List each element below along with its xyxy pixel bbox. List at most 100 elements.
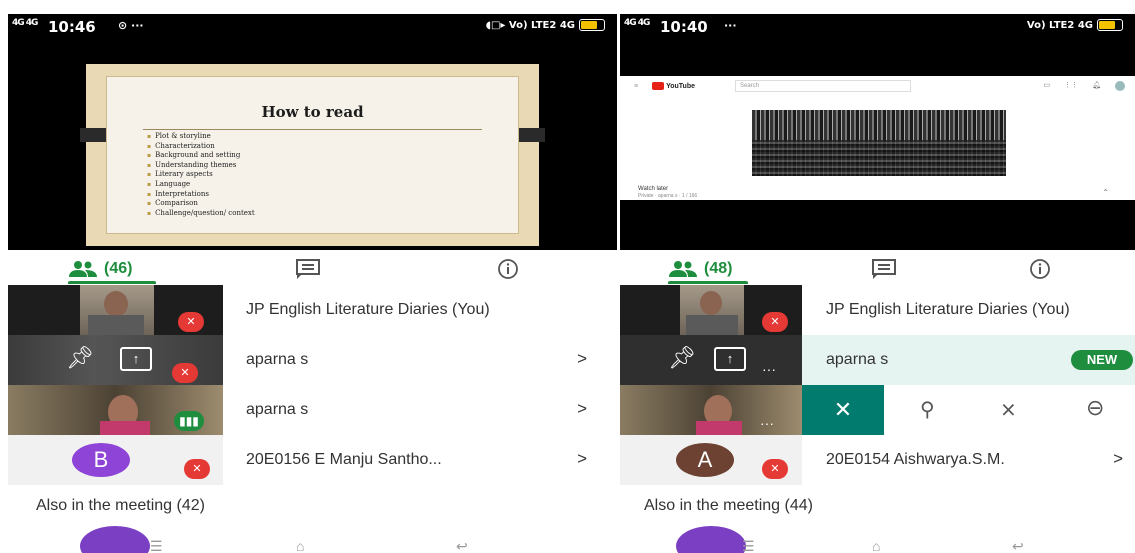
meet-tabs: (48) [620,252,1135,285]
more-icon[interactable]: ··· [762,361,776,377]
chat-icon [296,259,320,279]
menu-icon[interactable]: ☰ [742,539,755,553]
participant-video: ✕ [620,285,802,335]
video-shirt [696,421,742,435]
status-right: ◖□▸ Vo) LTE2 4G [486,19,605,31]
signal-indicator: 4G 4G [624,18,650,28]
back-icon[interactable]: ↩ [456,539,468,553]
status-extras: ⊙ ··· [118,19,144,32]
participant-name: 20E0154 Aishwarya.S.M. [826,451,1005,468]
video-stage: 4G 4G 10:40 ··· Vo) LTE2 4G ≡ YouTube Se… [620,14,1135,250]
mic-off-icon[interactable]: ⨯ [1000,397,1017,422]
also-in-meeting-header: Also in the meeting (42) [36,497,205,514]
status-time: 10:46 [48,18,96,36]
slide-rule [143,129,482,130]
people-icon [668,261,698,277]
youtube-video [752,110,1006,176]
slide-bullet: Literary aspects [147,170,255,180]
tab-people[interactable]: (46) [68,256,132,282]
participant-row[interactable]: 📌︎ ↑ ✕ aparna s > [0,335,617,385]
info-icon [1030,259,1050,279]
bell-icon: 🔔︎ [1092,82,1101,89]
participant-row[interactable]: A ✕ 20E0154 Aishwarya.S.M. > [620,435,1135,485]
remove-icon[interactable]: ⊖ [1086,395,1104,421]
participant-row[interactable]: ✕ JP English Literature Diaries (You) [0,285,617,335]
new-badge: NEW [1071,350,1133,370]
video-shirt [88,315,144,335]
chevron-right-icon[interactable]: > [577,449,587,469]
chevron-right-icon[interactable]: > [577,349,587,369]
menu-icon: ≡ [634,82,639,90]
status-time: 10:40 [660,18,708,36]
slide-bullet: Characterization [147,142,255,152]
slide-bullets: Plot & storyline Characterization Backgr… [147,132,255,218]
watch-later-meta: Private · aparna s · 1 / 166 [638,193,698,199]
participant-actions-row: ··· ✕ ⚲ ⨯ ⊖ [620,385,1135,435]
status-bar: 4G 4G 10:46 ⊙ ··· ◖□▸ Vo) LTE2 4G [8,14,617,38]
play-icon [652,82,665,90]
video-face [700,291,722,315]
slide-bullet: Language [147,180,255,190]
slide-title: How to read [261,103,364,121]
participant-video: 📌︎ ↑ ··· [620,335,802,385]
present-icon[interactable]: ↑ [120,347,152,371]
people-count: (48) [704,260,733,277]
participant-video: ✕ [8,285,223,335]
apps-icon: ⋮⋮ [1064,82,1079,89]
close-button[interactable]: ✕ [802,385,884,435]
present-icon[interactable]: ↑ [714,347,746,371]
mic-off-icon: ✕ [184,459,210,479]
video-shirt [686,315,738,335]
battery-icon [1097,19,1123,31]
more-icon[interactable]: ··· [760,415,774,431]
home-icon[interactable]: ⌂ [296,539,304,553]
pin-icon[interactable]: 📌︎ [66,345,94,371]
video-face [104,291,128,317]
menu-icon[interactable]: ☰ [150,539,163,553]
chat-icon [872,259,896,279]
youtube-logo: YouTube [652,82,695,90]
slide-bullet: Interpretations [147,190,255,200]
network-indicator: Vo) LTE2 4G [1026,19,1093,31]
mic-off-icon: ✕ [762,312,788,332]
info-icon [498,259,518,279]
network-indicator: ◖□▸ Vo) LTE2 4G [485,19,575,31]
pin-icon[interactable]: 📌︎ [668,345,696,371]
participant-avatar-tile: A ✕ [620,435,802,485]
tab-info[interactable] [1028,256,1052,282]
participant-name: aparna s [246,351,309,368]
chevron-right-icon[interactable]: > [577,399,587,419]
status-right: Vo) LTE2 4G [1027,19,1123,31]
participant-row[interactable]: ✕ JP English Literature Diaries (You) [620,285,1135,335]
tab-chat[interactable] [296,256,320,282]
pin-icon[interactable]: ⚲ [920,397,935,422]
tab-chat[interactable] [872,256,896,282]
home-icon[interactable]: ⌂ [872,539,880,553]
tab-people[interactable]: (48) [668,256,732,282]
slide-binder-left [80,128,106,142]
camera-icon: ▭ [1043,82,1051,89]
participant-row[interactable]: 📌︎ ↑ ··· aparna s NEW [620,335,1135,385]
slide-bullet: Background and setting [147,151,255,161]
participant-video: 📌︎ ↑ ✕ [8,335,223,385]
tab-indicator [668,281,748,284]
meet-tabs: (46) [0,252,617,285]
youtube-header: ≡ YouTube Search ▭ ⋮⋮ 🔔︎ [620,76,1135,96]
slide-body: How to read Plot & storyline Characteriz… [106,76,519,234]
back-icon[interactable]: ↩ [1012,539,1024,553]
tab-indicator [68,281,156,284]
participant-row[interactable]: ▮▮▮ aparna s > [0,385,617,435]
participant-row[interactable]: B ✕ 20E0156 E Manju Santho... > [0,435,617,485]
chevron-right-icon[interactable]: > [1113,449,1123,469]
tab-info[interactable] [496,256,520,282]
watch-later-title: Watch later [638,186,669,192]
video-stage: 4G 4G 10:46 ⊙ ··· ◖□▸ Vo) LTE2 4G How to… [8,14,617,250]
slide-bullet: Plot & storyline [147,132,255,142]
chevron-up-icon: ⌃ [1102,188,1109,197]
slide-bullet: Challenge/question/ context [147,209,255,219]
mic-off-icon: ✕ [172,363,198,383]
right-screenshot: 4G 4G 10:40 ··· Vo) LTE2 4G ≡ YouTube Se… [620,0,1135,553]
participant-avatar-tile: B ✕ [8,435,223,485]
people-icon [68,261,98,277]
avatar: B [72,443,130,477]
